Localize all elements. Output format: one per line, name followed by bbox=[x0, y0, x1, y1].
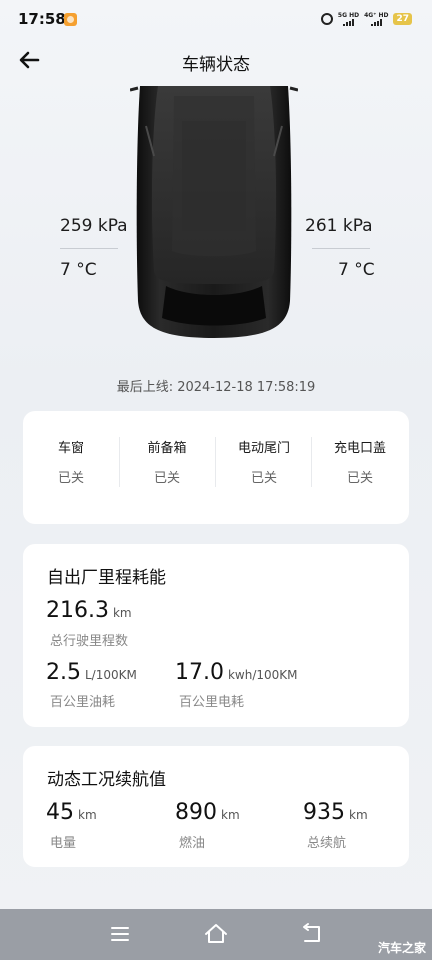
total-mileage-unit: km bbox=[112, 606, 132, 620]
vehicle-status-card: 车窗 已关 前备箱 已关 电动尾门 已关 充电口盖 已关 bbox=[23, 411, 409, 524]
status-value: 已关 bbox=[153, 471, 180, 486]
alarm-icon bbox=[320, 13, 333, 25]
range-card: 动态工况续航值 45 km 电量 890 km 燃油 935 km 总续航 bbox=[23, 746, 409, 867]
menu-button[interactable] bbox=[107, 922, 133, 946]
status-frunk: 前备箱 已关 bbox=[119, 411, 215, 524]
status-charge-port: 充电口盖 已关 bbox=[312, 411, 408, 524]
fuel-range-unit: km bbox=[221, 808, 240, 822]
total-mileage-value: 216.3 bbox=[46, 598, 109, 623]
last-online-time: 最后上线: 2024-12-18 17:58:19 bbox=[116, 380, 316, 395]
electric-consumption-label: 百公里电耗 bbox=[179, 695, 245, 710]
fuel-consumption: 2.5 L/100KM bbox=[46, 660, 137, 685]
battery-indicator: 27 bbox=[393, 13, 412, 25]
total-range-unit: km bbox=[349, 808, 368, 822]
fuel-range-label: 燃油 bbox=[179, 836, 206, 851]
status-window: 车窗 已关 bbox=[23, 411, 119, 524]
battery-range-value: 45 bbox=[46, 800, 74, 825]
front-left-tire-pressure: 259 kPa bbox=[60, 216, 128, 236]
home-icon bbox=[205, 924, 227, 943]
car-image bbox=[129, 86, 299, 346]
app-notification-icon bbox=[64, 13, 77, 26]
status-tailgate: 电动尾门 已关 bbox=[216, 411, 312, 524]
total-range-value: 935 bbox=[303, 800, 345, 825]
back-nav-button[interactable] bbox=[299, 922, 325, 946]
status-label: 充电口盖 bbox=[333, 441, 386, 456]
total-mileage: 216.3 km bbox=[46, 598, 132, 623]
total-mileage-label: 总行驶里程数 bbox=[50, 634, 129, 649]
battery-range: 45 km bbox=[46, 800, 97, 825]
battery-range-unit: km bbox=[78, 808, 97, 822]
fuel-range-value: 890 bbox=[175, 800, 217, 825]
status-label: 电动尾门 bbox=[237, 441, 290, 456]
watermark: 汽车之家 bbox=[377, 941, 426, 955]
header: 车辆状态 bbox=[0, 40, 432, 82]
battery-range-label: 电量 bbox=[50, 836, 77, 851]
total-range-label: 总续航 bbox=[307, 836, 347, 851]
fuel-consumption-unit: L/100KM bbox=[85, 668, 137, 682]
status-bar: 17:58 5G HD 4G⁺ HD 27 bbox=[0, 0, 432, 40]
mileage-card: 自出厂里程耗能 216.3 km 总行驶里程数 2.5 L/100KM 百公里油耗 … bbox=[23, 544, 409, 727]
page-title: 车辆状态 bbox=[182, 55, 250, 75]
left-tire-temperature: 7 °C bbox=[60, 260, 97, 280]
status-label: 前备箱 bbox=[147, 441, 187, 456]
status-label: 车窗 bbox=[57, 441, 84, 456]
tire-divider-right bbox=[312, 248, 370, 249]
electric-consumption-unit: kwh/100KM bbox=[227, 668, 298, 682]
system-nav-bar: 汽车之家 bbox=[0, 909, 432, 960]
right-tire-temperature: 7 °C bbox=[338, 260, 375, 280]
car-top-view-icon bbox=[129, 86, 299, 338]
electric-consumption: 17.0 kwh/100KM bbox=[175, 660, 298, 685]
status-value: 已关 bbox=[57, 471, 84, 486]
signal-5g-icon: 5G HD bbox=[338, 12, 359, 26]
fuel-consumption-label: 百公里油耗 bbox=[50, 695, 116, 710]
fuel-consumption-value: 2.5 bbox=[46, 660, 81, 685]
status-value: 已关 bbox=[346, 471, 373, 486]
status-value: 已关 bbox=[250, 471, 277, 486]
range-title: 动态工况续航值 bbox=[47, 770, 166, 790]
electric-consumption-value: 17.0 bbox=[175, 660, 224, 685]
status-time: 17:58 bbox=[18, 10, 66, 28]
total-range: 935 km bbox=[303, 800, 368, 825]
fuel-range: 890 km bbox=[175, 800, 240, 825]
return-icon bbox=[303, 923, 320, 942]
menu-icon bbox=[111, 927, 129, 941]
signal-4g-icon: 4G⁺ HD bbox=[364, 12, 388, 26]
front-right-tire-pressure: 261 kPa bbox=[305, 216, 373, 236]
tire-divider-left bbox=[60, 248, 118, 249]
status-indicators: 5G HD 4G⁺ HD 27 bbox=[320, 11, 412, 27]
home-button[interactable] bbox=[203, 922, 229, 946]
mileage-title: 自出厂里程耗能 bbox=[47, 568, 166, 588]
